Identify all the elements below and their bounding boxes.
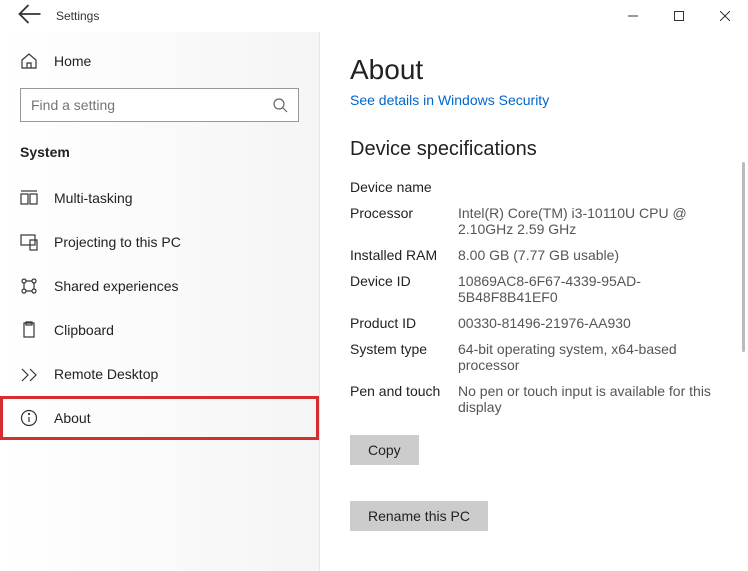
clipboard-icon — [20, 321, 38, 339]
home-label: Home — [54, 53, 91, 69]
minimize-icon — [628, 11, 638, 21]
sidebar-item-clipboard[interactable]: Clipboard — [0, 308, 319, 352]
sidebar-item-about[interactable]: About — [0, 396, 319, 440]
spec-row-device-name: Device name — [350, 179, 742, 195]
sidebar-item-label: Projecting to this PC — [54, 234, 181, 250]
spec-label: Installed RAM — [350, 247, 458, 263]
search-field[interactable] — [31, 97, 272, 113]
home-link[interactable]: Home — [0, 44, 319, 78]
window-controls — [610, 0, 748, 32]
spec-value: 8.00 GB (7.77 GB usable) — [458, 247, 742, 263]
multitasking-icon — [20, 189, 38, 207]
spec-label: Pen and touch — [350, 383, 458, 415]
sidebar-item-multitasking[interactable]: Multi-tasking — [0, 176, 319, 220]
search-icon — [272, 97, 288, 113]
minimize-button[interactable] — [610, 0, 656, 32]
spec-label: Device ID — [350, 273, 458, 305]
sidebar-item-label: Shared experiences — [54, 278, 179, 294]
spec-label: Device name — [350, 179, 458, 195]
sidebar-item-label: Multi-tasking — [54, 190, 133, 206]
specs-heading: Device specifications — [350, 138, 742, 161]
spec-value: 10869AC8-6F67-4339-95AD-5B48F8B41EF0 — [458, 273, 742, 305]
shared-icon — [20, 277, 38, 295]
rename-pc-button[interactable]: Rename this PC — [350, 501, 488, 531]
about-icon — [20, 409, 38, 427]
scrollbar-thumb[interactable] — [742, 162, 745, 352]
security-link[interactable]: See details in Windows Security — [350, 92, 549, 108]
sidebar-item-remote[interactable]: Remote Desktop — [0, 352, 319, 396]
sidebar-item-label: Remote Desktop — [54, 366, 158, 382]
spec-value: 64-bit operating system, x64-based proce… — [458, 341, 742, 373]
sidebar: Home System Multi-tasking Projecting to … — [0, 32, 320, 571]
spec-label: Product ID — [350, 315, 458, 331]
spec-label: Processor — [350, 205, 458, 237]
spec-value: 00330-81496-21976-AA930 — [458, 315, 742, 331]
page-title: About — [350, 54, 742, 86]
maximize-button[interactable] — [656, 0, 702, 32]
window-title: Settings — [56, 9, 99, 23]
home-icon — [20, 52, 38, 70]
sidebar-item-projecting[interactable]: Projecting to this PC — [0, 220, 319, 264]
remote-icon — [20, 365, 38, 383]
spec-value — [458, 179, 742, 195]
main-panel: About See details in Windows Security De… — [320, 32, 748, 571]
spec-row-product-id: Product ID 00330-81496-21976-AA930 — [350, 315, 742, 331]
search-input[interactable] — [20, 88, 299, 122]
spec-row-ram: Installed RAM 8.00 GB (7.77 GB usable) — [350, 247, 742, 263]
back-button[interactable] — [18, 2, 42, 31]
copy-button[interactable]: Copy — [350, 435, 419, 465]
sidebar-item-label: Clipboard — [54, 322, 114, 338]
spec-row-pen: Pen and touch No pen or touch input is a… — [350, 383, 742, 415]
spec-row-processor: Processor Intel(R) Core(TM) i3-10110U CP… — [350, 205, 742, 237]
spec-row-system-type: System type 64-bit operating system, x64… — [350, 341, 742, 373]
maximize-icon — [674, 11, 684, 21]
arrow-left-icon — [18, 2, 42, 26]
sidebar-item-label: About — [54, 410, 91, 426]
section-title: System — [0, 140, 319, 176]
spec-value: Intel(R) Core(TM) i3-10110U CPU @ 2.10GH… — [458, 205, 742, 237]
spec-value: No pen or touch input is available for t… — [458, 383, 742, 415]
spec-label: System type — [350, 341, 458, 373]
titlebar: Settings — [0, 0, 748, 32]
sidebar-item-shared[interactable]: Shared experiences — [0, 264, 319, 308]
projecting-icon — [20, 233, 38, 251]
close-button[interactable] — [702, 0, 748, 32]
spec-row-device-id: Device ID 10869AC8-6F67-4339-95AD-5B48F8… — [350, 273, 742, 305]
close-icon — [720, 11, 730, 21]
